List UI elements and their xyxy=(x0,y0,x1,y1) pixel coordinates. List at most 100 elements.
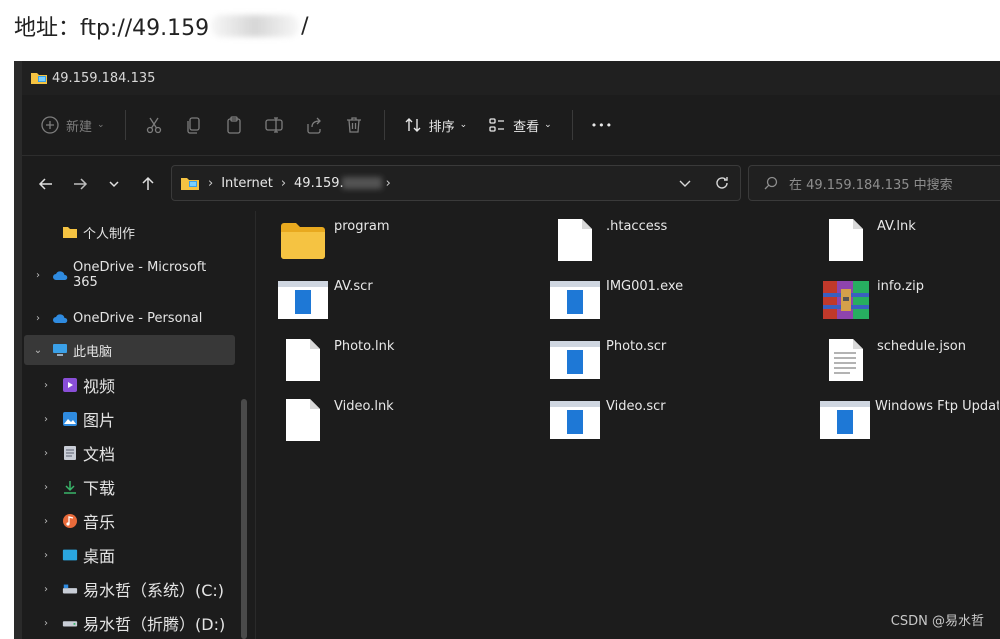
refresh-button[interactable] xyxy=(714,175,730,191)
file-item[interactable]: AV.lnk xyxy=(819,215,1000,271)
file-item[interactable]: Photo.lnk xyxy=(276,335,546,391)
file-name: Photo.scr xyxy=(606,339,667,354)
delete-button[interactable] xyxy=(344,115,364,135)
rename-button[interactable] xyxy=(264,115,284,135)
video-icon xyxy=(62,377,78,393)
caption-prefix: 地址：ftp://49.159 xyxy=(14,16,210,41)
up-button[interactable] xyxy=(138,174,158,194)
chevron-right-icon: › xyxy=(44,447,48,459)
file-item[interactable]: IMG001.exe xyxy=(548,275,818,331)
file-item[interactable]: schedule.json xyxy=(819,335,1000,391)
new-button[interactable]: 新建 ⌄ xyxy=(40,115,105,135)
text-file-icon xyxy=(819,335,873,385)
file-item[interactable]: program xyxy=(276,215,546,271)
file-item[interactable]: Photo.scr xyxy=(548,335,818,391)
rename-icon xyxy=(264,117,283,133)
sidebar-item-label: 易水哲（折腾）(D:) xyxy=(83,615,226,634)
application-icon xyxy=(819,395,871,445)
file-item[interactable]: AV.scr xyxy=(276,275,546,331)
recent-locations-button[interactable] xyxy=(104,174,124,194)
forward-button[interactable] xyxy=(70,174,90,194)
sidebar-item-label: 文档 xyxy=(83,445,116,464)
back-button[interactable] xyxy=(36,174,56,194)
cloud-icon xyxy=(52,310,68,326)
file-name: info.zip xyxy=(877,279,924,294)
sidebar-item-this-pc[interactable]: ⌄ 此电脑 xyxy=(24,335,235,365)
file-name: Video.lnk xyxy=(334,399,394,414)
window-title: 49.159.184.135 xyxy=(52,70,156,86)
share-button[interactable] xyxy=(304,115,324,135)
chevron-right-icon: › xyxy=(35,269,40,281)
command-bar: 新建 ⌄ 排序 ⌄ 查看 ⌄ ••• xyxy=(22,95,1000,156)
chevron-right-icon: › xyxy=(44,515,48,527)
scissors-icon xyxy=(146,117,161,134)
sidebar-item-videos[interactable]: › 视频 xyxy=(22,370,235,400)
breadcrumb-host[interactable]: 49.159. xyxy=(294,176,344,191)
search-icon xyxy=(764,176,778,190)
copy-icon xyxy=(186,117,200,134)
sidebar-item-label: 下载 xyxy=(83,479,116,498)
application-icon xyxy=(548,395,602,445)
sidebar-item-documents[interactable]: › 文档 xyxy=(22,438,235,468)
file-item[interactable]: Windows Ftp Update xyxy=(819,395,999,451)
sidebar-item-onedrive-m365[interactable]: › OneDrive - Microsoft 365 xyxy=(22,260,235,290)
sidebar-item-label: 视频 xyxy=(83,377,116,396)
background-window-edge xyxy=(14,61,22,639)
sidebar-item-desktop[interactable]: › 桌面 xyxy=(22,540,235,570)
sidebar-item-personal-projects[interactable]: 个人制作 xyxy=(22,217,235,247)
breadcrumb-chevron-icon: › xyxy=(280,175,287,191)
csdn-watermark: CSDN @易水哲 xyxy=(890,614,984,629)
chevron-down-icon xyxy=(679,180,691,187)
cut-button[interactable] xyxy=(144,115,164,135)
sidebar-item-downloads[interactable]: › 下载 xyxy=(22,472,235,502)
paste-button[interactable] xyxy=(224,115,244,135)
search-box[interactable]: 在 49.159.184.135 中搜索 xyxy=(748,165,1000,201)
view-label: 查看 xyxy=(513,119,540,135)
more-dots-icon: ••• xyxy=(590,118,614,132)
copy-button[interactable] xyxy=(184,115,204,135)
breadcrumb-chevron-icon: › xyxy=(208,175,214,191)
file-name: program xyxy=(334,219,390,234)
plus-circle-icon xyxy=(41,116,59,134)
file-explorer-window: 49.159.184.135 新建 ⌄ 排序 ⌄ 查看 ⌄ ••• › Inte… xyxy=(22,61,1000,639)
sort-label: 排序 xyxy=(428,119,455,135)
chevron-right-icon: › xyxy=(44,481,48,493)
sidebar-item-drive-d[interactable]: › 易水哲（折腾）(D:) xyxy=(22,608,235,638)
title-bar: 49.159.184.135 xyxy=(22,61,1000,95)
sidebar-scrollbar[interactable] xyxy=(241,399,247,639)
file-name: AV.scr xyxy=(334,279,373,294)
file-item[interactable]: Video.scr xyxy=(548,395,818,451)
file-item[interactable]: Video.lnk xyxy=(276,395,546,451)
network-folder-icon xyxy=(181,178,199,190)
file-item[interactable]: .htaccess xyxy=(548,215,818,271)
chevron-down-icon: ⌄ xyxy=(459,120,468,130)
view-button[interactable]: 查看 ⌄ xyxy=(487,115,552,135)
folder-icon xyxy=(276,215,330,265)
file-name: IMG001.exe xyxy=(606,279,684,294)
more-options-button[interactable]: ••• xyxy=(591,119,613,132)
pictures-icon xyxy=(62,411,78,427)
music-icon xyxy=(62,513,78,529)
toolbar-divider xyxy=(571,110,573,140)
computer-icon xyxy=(52,342,68,358)
sidebar-item-label: OneDrive - Microsoft 365 xyxy=(72,260,207,290)
sidebar-item-onedrive-personal[interactable]: › OneDrive - Personal xyxy=(22,303,235,333)
refresh-icon xyxy=(716,177,728,189)
application-icon xyxy=(276,275,330,325)
breadcrumb-internet[interactable]: Internet xyxy=(221,176,273,191)
chevron-right-icon: › xyxy=(44,549,48,561)
sidebar-item-drive-c[interactable]: › 易水哲（系统）(C:) xyxy=(22,574,235,604)
file-name: Video.scr xyxy=(606,399,666,414)
file-item[interactable]: info.zip xyxy=(819,275,1000,331)
chevron-down-icon: ⌄ xyxy=(33,344,43,356)
chevron-right-icon: › xyxy=(36,312,40,324)
address-bar[interactable]: › Internet › 49.159. › xyxy=(171,165,741,201)
new-label: 新建 xyxy=(66,119,93,135)
sidebar-item-music[interactable]: › 音乐 xyxy=(22,506,235,536)
chevron-down-icon: ⌄ xyxy=(544,120,552,130)
sort-button[interactable]: 排序 ⌄ xyxy=(403,115,468,135)
chevron-right-icon: › xyxy=(44,379,48,391)
file-name: AV.lnk xyxy=(877,219,916,234)
sidebar-item-pictures[interactable]: › 图片 xyxy=(22,404,235,434)
address-history-button[interactable] xyxy=(678,176,692,190)
